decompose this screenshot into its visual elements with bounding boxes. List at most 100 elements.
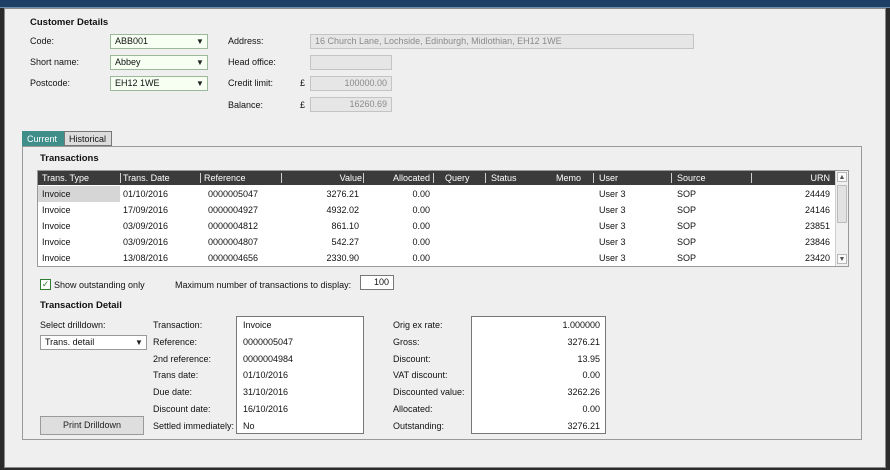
cell-source: SOP xyxy=(677,253,697,263)
cell-user: User 3 xyxy=(599,221,626,231)
column-header-query[interactable]: Query xyxy=(445,171,470,185)
credit-limit-field: 100000.00 xyxy=(310,76,392,91)
address-label: Address: xyxy=(228,36,264,46)
detail-2nd-reference-value: 0000004984 xyxy=(243,354,294,364)
table-row[interactable]: Invoice 13/08/2016 0000004656 2330.90 0.… xyxy=(38,250,836,266)
detail-outstanding-label: Outstanding: xyxy=(393,421,445,431)
detail-orig-ex-rate-label: Orig ex rate: xyxy=(393,320,443,330)
cell-trans-date: 01/10/2016 xyxy=(123,189,169,199)
head-office-field xyxy=(310,55,392,70)
short-name-dropdown[interactable]: Abbey ▼ xyxy=(110,55,208,70)
cell-allocated: 0.00 xyxy=(412,253,430,263)
cell-allocated: 0.00 xyxy=(412,237,430,247)
detail-left-values: Invoice 0000005047 0000004984 01/10/2016… xyxy=(236,316,364,434)
column-divider[interactable] xyxy=(433,173,434,183)
detail-discounted-value-label: Discounted value: xyxy=(393,387,465,397)
column-header-trans-type[interactable]: Trans. Type xyxy=(42,171,89,185)
cell-user: User 3 xyxy=(599,205,626,215)
cell-allocated: 0.00 xyxy=(412,205,430,215)
detail-allocated-label: Allocated: xyxy=(393,404,433,414)
chevron-down-icon[interactable]: ▼ xyxy=(193,77,207,90)
print-drilldown-button[interactable]: Print Drilldown xyxy=(40,416,144,435)
chevron-down-icon[interactable]: ▼ xyxy=(193,35,207,48)
detail-allocated-value: 0.00 xyxy=(582,404,600,414)
column-divider[interactable] xyxy=(200,173,201,183)
table-row[interactable]: Invoice 17/09/2016 0000004927 4932.02 0.… xyxy=(38,202,836,218)
cell-reference: 0000004812 xyxy=(208,221,259,231)
drilldown-dropdown[interactable]: Trans. detail ▼ xyxy=(40,335,147,350)
detail-transaction-label: Transaction: xyxy=(153,320,203,330)
table-row[interactable]: Invoice 01/10/2016 0000005047 3276.21 0.… xyxy=(38,186,836,202)
detail-outstanding-value: 3276.21 xyxy=(567,421,600,431)
column-divider[interactable] xyxy=(120,173,121,183)
column-header-trans-date[interactable]: Trans. Date xyxy=(123,171,170,185)
chevron-down-icon[interactable]: ▼ xyxy=(132,336,146,349)
drilldown-value: Trans. detail xyxy=(45,337,95,347)
head-office-label: Head office: xyxy=(228,57,276,67)
detail-due-date-value: 31/10/2016 xyxy=(243,387,289,397)
cell-reference: 0000005047 xyxy=(208,189,259,199)
cell-value: 542.27 xyxy=(331,237,359,247)
detail-gross-label: Gross: xyxy=(393,337,420,347)
grid-scrollbar[interactable]: ▲ ▼ xyxy=(835,171,848,266)
column-divider[interactable] xyxy=(281,173,282,183)
cell-value: 4932.02 xyxy=(326,205,359,215)
detail-discount-value: 13.95 xyxy=(577,354,600,364)
scroll-up-icon[interactable]: ▲ xyxy=(837,172,847,182)
chevron-down-icon[interactable]: ▼ xyxy=(193,56,207,69)
show-outstanding-checkbox[interactable]: ✓ xyxy=(40,279,51,290)
column-header-urn[interactable]: URN xyxy=(756,171,831,185)
checkmark-icon: ✓ xyxy=(41,279,50,289)
detail-trans-date-label: Trans date: xyxy=(153,370,199,380)
detail-right-values: 1.000000 3276.21 13.95 0.00 3262.26 0.00… xyxy=(471,316,606,434)
column-divider[interactable] xyxy=(485,173,486,183)
column-header-memo[interactable]: Memo xyxy=(556,171,581,185)
scrollbar-thumb[interactable] xyxy=(837,185,847,223)
column-header-reference[interactable]: Reference xyxy=(204,171,246,185)
column-divider[interactable] xyxy=(363,173,364,183)
cell-source: SOP xyxy=(677,189,697,199)
cell-trans-type: Invoice xyxy=(38,186,120,202)
detail-discounted-value-value: 3262.26 xyxy=(567,387,600,397)
cell-reference: 0000004927 xyxy=(208,205,259,215)
code-label: Code: xyxy=(30,36,55,46)
column-header-allocated[interactable]: Allocated xyxy=(366,171,430,185)
column-divider[interactable] xyxy=(671,173,672,183)
tab-current[interactable]: Current xyxy=(22,131,64,146)
table-row[interactable]: Invoice 03/09/2016 0000004812 861.10 0.0… xyxy=(38,218,836,234)
cell-urn: 24146 xyxy=(804,205,830,215)
detail-settled-immediately-value: No xyxy=(243,421,255,431)
cell-trans-date: 17/09/2016 xyxy=(123,205,169,215)
code-value: ABB001 xyxy=(115,36,149,46)
column-header-status[interactable]: Status xyxy=(491,171,517,185)
column-header-source[interactable]: Source xyxy=(677,171,706,185)
table-row[interactable]: Invoice 03/09/2016 0000004807 542.27 0.0… xyxy=(38,234,836,250)
detail-discount-date-label: Discount date: xyxy=(153,404,211,414)
cell-urn: 23420 xyxy=(804,253,830,263)
cell-user: User 3 xyxy=(599,237,626,247)
cell-value: 2330.90 xyxy=(326,253,359,263)
balance-field: 16260.69 xyxy=(310,97,392,112)
cell-trans-type: Invoice xyxy=(42,221,71,231)
short-name-label: Short name: xyxy=(30,57,80,67)
column-divider[interactable] xyxy=(593,173,594,183)
cell-urn: 24449 xyxy=(804,189,830,199)
detail-reference-value: 0000005047 xyxy=(243,337,294,347)
column-divider[interactable] xyxy=(751,173,752,183)
postcode-dropdown[interactable]: EH12 1WE ▼ xyxy=(110,76,208,91)
cell-value: 3276.21 xyxy=(326,189,359,199)
transactions-title: Transactions xyxy=(40,153,99,164)
scroll-down-icon[interactable]: ▼ xyxy=(837,254,847,264)
detail-gross-value: 3276.21 xyxy=(567,337,600,347)
short-name-value: Abbey xyxy=(115,57,141,67)
column-header-user[interactable]: User xyxy=(599,171,618,185)
address-field: 16 Church Lane, Lochside, Edinburgh, Mid… xyxy=(310,34,694,49)
detail-vat-discount-value: 0.00 xyxy=(582,370,600,380)
code-dropdown[interactable]: ABB001 ▼ xyxy=(110,34,208,49)
max-transactions-input[interactable]: 100 xyxy=(360,275,394,290)
detail-trans-date-value: 01/10/2016 xyxy=(243,370,289,380)
cell-urn: 23851 xyxy=(804,221,830,231)
tab-historical[interactable]: Historical xyxy=(64,131,112,146)
cell-trans-date: 13/08/2016 xyxy=(123,253,169,263)
column-header-value[interactable]: Value xyxy=(285,171,362,185)
